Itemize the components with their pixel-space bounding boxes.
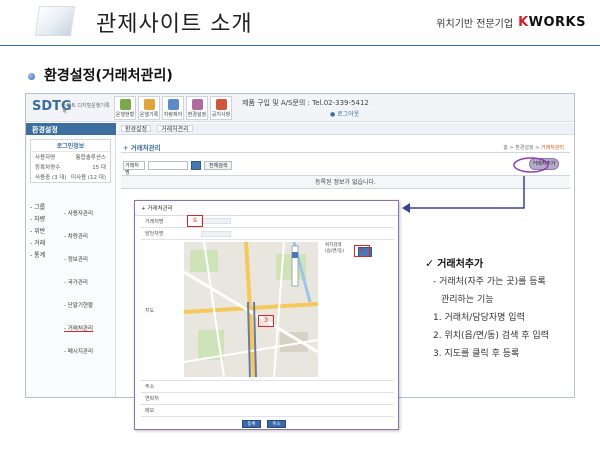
submenu-message[interactable]: - 메시지관리 [64, 341, 93, 364]
main-divider [121, 152, 570, 153]
form-row-memo: 메모 [141, 405, 394, 417]
nav-notice-button[interactable]: 공지사항 [210, 96, 232, 120]
login-row: 사용자명 통합솔루션스 [35, 155, 106, 161]
brand-tile-graphic [34, 6, 76, 36]
sidebar-menu: - 그룹 - 차량 - 위반 - 거래 - 통계 [30, 202, 45, 262]
section-bullet-icon [28, 73, 35, 80]
label-manager: 담당자명 [145, 231, 164, 237]
sidebar-item-client[interactable]: - 거래 [30, 238, 45, 250]
search-input[interactable] [148, 161, 188, 170]
search-button[interactable] [191, 161, 201, 170]
manager-input[interactable] [201, 230, 231, 237]
vehicle-icon [167, 99, 179, 110]
login-info-title: 로그인정보 [31, 140, 110, 152]
label-client-name: 거래처명 [145, 218, 164, 225]
submenu-info[interactable]: - 정보관리 [64, 249, 93, 272]
app-sidebar: 환경설정 로그인정보 사용자명 통합솔루션스 등록차량수 15 대 사용중 (3 대… [26, 123, 116, 397]
label-memo: 메모 [145, 408, 155, 414]
records-icon [143, 99, 155, 110]
label-contact: 연락처 [145, 396, 159, 402]
client-popup: + 거래처관리 거래처명 담당자명 지도 위치검색 (읍/면/동) 주소 연락처… [134, 200, 399, 430]
map-location-search: 위치검색 (읍/면/동) [325, 243, 344, 255]
sidebar-item-stats[interactable]: - 통계 [30, 250, 45, 262]
search-row: 거래처명 전체검색 [123, 161, 233, 176]
login-info-box: 로그인정보 사용자명 통합솔루션스 등록차량수 15 대 사용중 (3 대) 미사용 … [30, 139, 111, 183]
nav-status-button[interactable]: 운행현황 [114, 96, 136, 120]
description-line: 2. 위치(읍/면/동) 검색 후 입력 [433, 331, 549, 341]
form-row-contact: 연락처 [141, 393, 394, 405]
logout-link[interactable]: ● 로그아웃 [330, 109, 359, 118]
login-row: 등록차량수 15 대 [35, 165, 106, 171]
callout-3: ③ [258, 315, 274, 327]
client-name-input[interactable] [201, 218, 231, 224]
tab-client[interactable]: 거래처관리 [157, 125, 193, 133]
map-view[interactable] [184, 242, 318, 377]
breadcrumb: 홈 > 환경설정 > 거래처관리 [503, 145, 564, 151]
kworks-logo: KWORKS [518, 15, 586, 30]
label-map: 지도 [145, 307, 155, 314]
submenu-user[interactable]: - 사용자관리 [64, 203, 93, 226]
slide-header: 관제사이트 소개 위치기반 전문기업 KWORKS [0, 0, 600, 46]
status-icon [119, 99, 131, 110]
description-line: - 거래처(자주 가는 곳)를 등록 [433, 277, 546, 287]
company-tagline: 위치기반 전문기업 [436, 19, 514, 30]
callout-1: ① [187, 215, 203, 227]
company-branding: 위치기반 전문기업 KWORKS [436, 15, 586, 30]
nav-vehicle-control-button[interactable]: 차량제어 [162, 96, 184, 120]
app-top-bar: SDTG 스마트 디지털운행기록계 운행현황 운행기록 차량제어 환경설정 공지… [26, 94, 574, 122]
submenu-list: - 사용자관리 - 차량관리 - 정보관리 - 국가관리 - 단말기현황 - 거… [64, 203, 93, 364]
sidebar-item-vehicle[interactable]: - 차량 [30, 214, 45, 226]
settings-icon [191, 99, 203, 110]
search-type-select[interactable]: 거래처명 [123, 161, 145, 176]
map-search-sublabel: (읍/면/동) [325, 249, 344, 254]
add-client-button[interactable]: 거래처추가 [529, 158, 559, 170]
check-icon: ✓ [425, 257, 435, 270]
main-tabs: 환경설정 거래처관리 [117, 123, 574, 135]
form-row-manager: 담당자명 [141, 228, 394, 240]
sidebar-item-group[interactable]: - 그룹 [30, 202, 45, 214]
popup-save-button[interactable]: 등록 [242, 420, 261, 428]
slide-title: 관제사이트 소개 [96, 12, 253, 37]
map-graphic [184, 242, 318, 377]
sidebar-item-violation[interactable]: - 위반 [30, 226, 45, 238]
popup-cancel-button[interactable]: 취소 [267, 420, 286, 428]
notice-icon [215, 99, 227, 110]
reset-search-button[interactable]: 전체검색 [204, 161, 233, 170]
kworks-logo-rest: WORKS [528, 15, 586, 30]
submenu-client-active[interactable]: - 거래처관리 [64, 318, 93, 341]
dtg-logo-subtitle: 스마트 디지털운행기록계 [62, 103, 110, 115]
nav-settings-button[interactable]: 환경설정 [186, 96, 208, 120]
contact-info: 제품 구입 및 A/S문의 : Tel.02-339-5412 [242, 99, 369, 107]
feature-description: ✓ 거래처추가 - 거래처(자주 가는 곳)를 등록 관리하는 기능 1. 거래처… [425, 255, 595, 363]
form-row-address: 주소 [141, 381, 394, 393]
app-icon-bar: 운행현황 운행기록 차량제어 환경설정 공지사항 [114, 96, 232, 120]
tab-settings[interactable]: 환경설정 [121, 125, 152, 133]
submenu-vehicle[interactable]: - 차량관리 [64, 226, 93, 249]
header-divider [0, 45, 600, 46]
section-title: 환경설정(거래처관리) [44, 68, 173, 84]
description-line: 1. 거래처/담당자명 입력 [433, 313, 525, 323]
empty-table-message: 등록된 정보가 없습니다. [121, 175, 570, 189]
sidebar-header: 환경설정 [26, 123, 116, 135]
label-address: 주소 [145, 384, 155, 390]
submenu-country[interactable]: - 국가관리 [64, 272, 93, 295]
description-line: 관리하는 기능 [441, 295, 494, 305]
form-row-client-name: 거래처명 [141, 215, 394, 228]
popup-title: + 거래처관리 [135, 201, 398, 216]
login-row: 사용중 (3 대) 미사용 (12 대) [35, 175, 106, 181]
description-line: 3. 지도를 클릭 후 등록 [433, 349, 520, 359]
submenu-terminal[interactable]: - 단말기현황 [64, 295, 93, 318]
description-title: ✓ 거래처추가 [425, 257, 484, 270]
callout-2: ② [354, 245, 370, 257]
nav-records-button[interactable]: 운행기록 [138, 96, 160, 120]
page-subtitle: + 거래처관리 [123, 144, 161, 152]
